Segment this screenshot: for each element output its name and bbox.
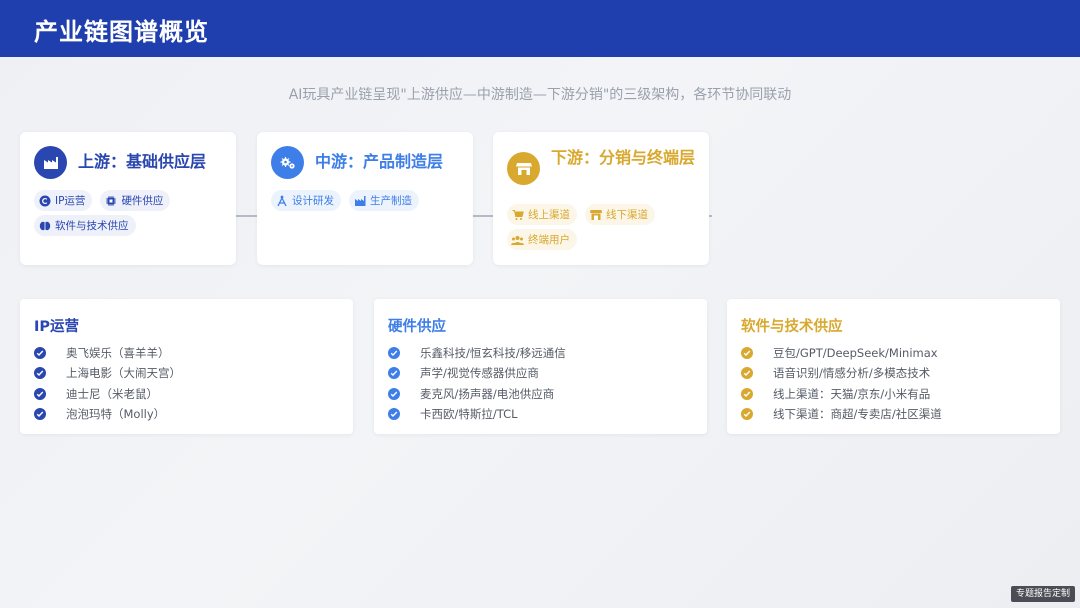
tag-offline-channel: 线下渠道 bbox=[585, 204, 655, 225]
detail-list: 豆包/GPT/DeepSeek/Minimax 语音识别/情感分析/多模态技术 … bbox=[741, 343, 942, 424]
list-item: 豆包/GPT/DeepSeek/Minimax bbox=[741, 343, 942, 363]
brain-icon bbox=[38, 219, 51, 232]
tag-label: 线下渠道 bbox=[606, 209, 648, 221]
page-subtitle: AI玩具产业链呈现"上游供应—中游制造—下游分销"的三级架构，各环节协同联动 bbox=[288, 87, 792, 103]
drafting-compass-icon bbox=[275, 194, 288, 207]
stage-title-upstream: 上游：基础供应层 bbox=[78, 152, 207, 171]
detail-card-software-tech: 软件与技术供应 豆包/GPT/DeepSeek/Minimax 语音识别/情感分… bbox=[727, 299, 1060, 434]
detail-card-ip-operation: IP运营 奥飞娱乐（喜羊羊） 上海电影（大闹天宫） 迪士尼（米老鼠） 泡泡玛特（… bbox=[20, 299, 353, 434]
list-item: 线下渠道：商超/专卖店/社区渠道 bbox=[741, 404, 942, 424]
list-item: 线上渠道：天猫/京东/小米有品 bbox=[741, 384, 942, 404]
copyright-icon bbox=[38, 194, 51, 207]
cart-icon bbox=[511, 208, 524, 221]
list-item: 奥飞娱乐（喜羊羊） bbox=[34, 343, 181, 363]
tag-label: 软件与技术供应 bbox=[55, 220, 129, 232]
check-icon bbox=[34, 408, 46, 421]
stage-card-midstream: 中游：产品制造层 设计研发 生产制造 bbox=[257, 132, 473, 265]
list-item: 卡西欧/特斯拉/TCL bbox=[388, 404, 566, 424]
page-title: 产业链图谱概览 bbox=[34, 18, 209, 46]
list-item: 上海电影（大闹天宫） bbox=[34, 363, 181, 383]
tag-label: 终端用户 bbox=[528, 234, 570, 246]
users-icon bbox=[511, 233, 524, 246]
stage-card-upstream: 上游：基础供应层 IP运营 硬件供应 软件与技术供应 bbox=[20, 132, 236, 265]
check-icon bbox=[34, 367, 46, 380]
stage-tags-midstream: 设计研发 生产制造 bbox=[271, 190, 467, 211]
detail-list: 奥飞娱乐（喜羊羊） 上海电影（大闹天宫） 迪士尼（米老鼠） 泡泡玛特（Molly… bbox=[34, 343, 181, 424]
watermark-badge: 专题报告定制 bbox=[1010, 586, 1075, 602]
tag-label: IP运营 bbox=[55, 195, 86, 207]
gears-icon bbox=[271, 146, 304, 179]
tag-end-users: 终端用户 bbox=[507, 229, 577, 250]
list-item: 迪士尼（米老鼠） bbox=[34, 384, 181, 404]
stage-title-downstream: 下游：分销与终端层 bbox=[551, 148, 696, 167]
check-icon bbox=[388, 367, 400, 380]
check-icon bbox=[388, 408, 400, 421]
detail-list: 乐鑫科技/恒玄科技/移远通信 声学/视觉传感器供应商 麦克风/扬声器/电池供应商… bbox=[388, 343, 566, 424]
detail-title: IP运营 bbox=[34, 319, 80, 335]
list-item: 麦克风/扬声器/电池供应商 bbox=[388, 384, 566, 404]
list-item: 语音识别/情感分析/多模态技术 bbox=[741, 363, 942, 383]
tag-label: 生产制造 bbox=[370, 195, 412, 207]
shop-icon bbox=[589, 208, 602, 221]
check-icon bbox=[741, 408, 753, 421]
check-icon bbox=[741, 367, 753, 380]
detail-title: 软件与技术供应 bbox=[741, 319, 843, 335]
tag-label: 线上渠道 bbox=[528, 209, 570, 221]
list-item: 泡泡玛特（Molly） bbox=[34, 404, 181, 424]
stage-card-downstream: 下游：分销与终端层 线上渠道 线下渠道 终端用户 bbox=[493, 132, 709, 265]
industry-icon bbox=[353, 194, 366, 207]
tag-software-tech: 软件与技术供应 bbox=[34, 215, 136, 236]
check-icon bbox=[388, 347, 400, 360]
detail-title: 硬件供应 bbox=[388, 319, 446, 335]
store-icon bbox=[507, 152, 540, 185]
tag-online-channel: 线上渠道 bbox=[507, 204, 577, 225]
factory-icon bbox=[34, 146, 67, 179]
tag-manufacturing: 生产制造 bbox=[349, 190, 419, 211]
stage-tags-upstream: IP运营 硬件供应 软件与技术供应 bbox=[34, 190, 230, 236]
list-item: 声学/视觉传感器供应商 bbox=[388, 363, 566, 383]
check-icon bbox=[34, 347, 46, 360]
chip-icon bbox=[104, 194, 117, 207]
stage-tags-downstream: 线上渠道 线下渠道 终端用户 bbox=[507, 204, 703, 250]
stage-title-midstream: 中游：产品制造层 bbox=[315, 152, 444, 171]
check-icon bbox=[741, 347, 753, 360]
tag-label: 设计研发 bbox=[292, 195, 334, 207]
tag-design-rd: 设计研发 bbox=[271, 190, 341, 211]
check-icon bbox=[388, 387, 400, 400]
check-icon bbox=[34, 387, 46, 400]
list-item: 乐鑫科技/恒玄科技/移远通信 bbox=[388, 343, 566, 363]
detail-card-hardware-supply: 硬件供应 乐鑫科技/恒玄科技/移远通信 声学/视觉传感器供应商 麦克风/扬声器/… bbox=[374, 299, 707, 434]
header-bar: 产业链图谱概览 bbox=[0, 0, 1080, 57]
tag-hardware-supply: 硬件供应 bbox=[100, 190, 171, 211]
tag-ip-operation: IP运营 bbox=[34, 190, 93, 211]
tag-label: 硬件供应 bbox=[121, 195, 164, 207]
check-icon bbox=[741, 387, 753, 400]
